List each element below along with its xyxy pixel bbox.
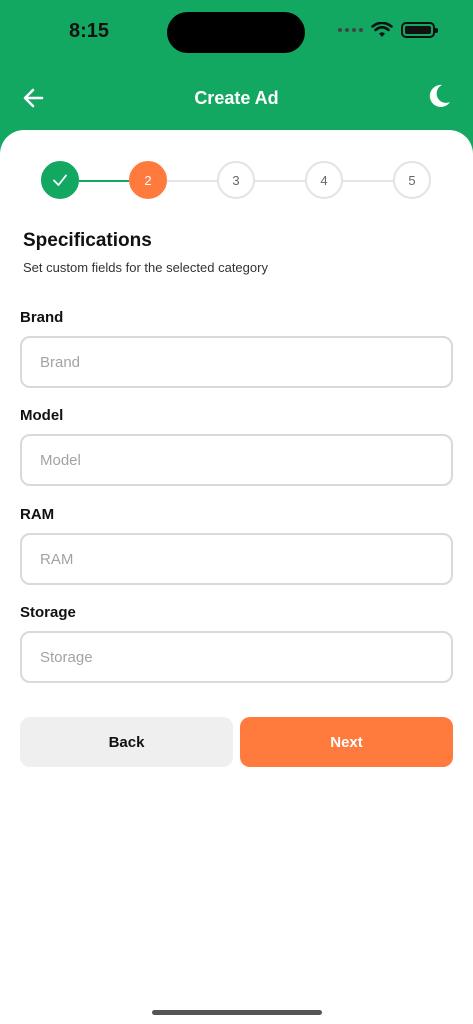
checkmark-icon xyxy=(53,174,67,186)
home-indicator xyxy=(152,1010,322,1015)
status-bar: 8:15 xyxy=(0,0,473,62)
step-connector-1 xyxy=(79,180,129,182)
model-field[interactable] xyxy=(20,434,453,486)
next-button[interactable]: Next xyxy=(240,717,453,767)
back-button[interactable]: Back xyxy=(20,717,233,767)
step-5: 5 xyxy=(393,161,431,199)
dynamic-island xyxy=(167,12,305,53)
ram-field[interactable] xyxy=(20,533,453,585)
brand-label: Brand xyxy=(20,309,64,326)
step-2-active: 2 xyxy=(129,161,167,199)
brand-field[interactable] xyxy=(20,336,453,388)
step-indicator: 2 3 4 5 xyxy=(41,161,431,199)
page-title: Create Ad xyxy=(194,88,279,108)
model-input[interactable] xyxy=(22,436,451,484)
moon-icon[interactable] xyxy=(425,82,453,110)
step-3: 3 xyxy=(217,161,255,199)
ram-input[interactable] xyxy=(22,535,451,583)
step-connector-4 xyxy=(343,180,393,182)
brand-input[interactable] xyxy=(22,338,451,386)
step-connector-2 xyxy=(167,180,217,182)
step-connector-3 xyxy=(255,180,305,182)
battery-icon xyxy=(401,22,438,38)
step-4: 4 xyxy=(305,161,343,199)
storage-input[interactable] xyxy=(22,633,451,681)
step-1-complete xyxy=(41,161,79,199)
section-title: Specifications xyxy=(23,230,152,251)
ram-label: RAM xyxy=(20,506,55,523)
storage-field[interactable] xyxy=(20,631,453,683)
app-header: Create Ad xyxy=(0,70,473,126)
section-subtitle: Set custom fields for the selected categ… xyxy=(23,260,268,275)
status-icons xyxy=(338,22,438,38)
signal-icon xyxy=(338,28,363,32)
model-label: Model xyxy=(20,407,64,424)
status-time: 8:15 xyxy=(69,20,110,42)
storage-label: Storage xyxy=(20,604,76,621)
wifi-icon xyxy=(371,22,393,37)
